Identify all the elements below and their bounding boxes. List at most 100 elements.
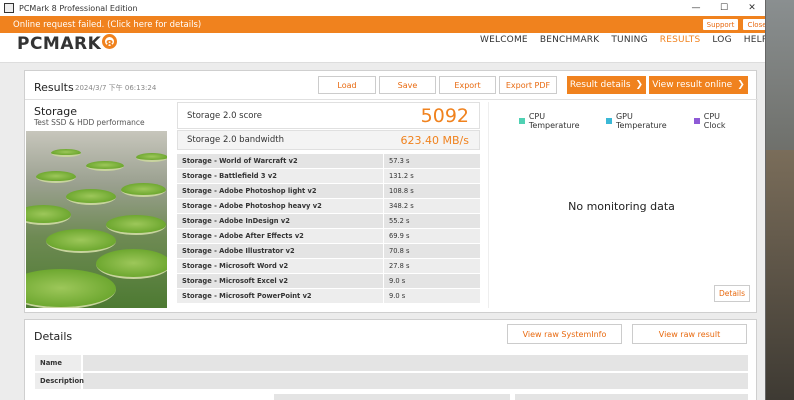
score-label: Storage 2.0 score [187, 110, 263, 121]
bandwidth-row: Storage 2.0 bandwidth 623.40 MB/s [177, 130, 480, 150]
subtest-value: 69.9 s [389, 232, 410, 240]
table-row: Storage - Battlefield 3 v2 131.2 s [177, 169, 480, 184]
results-title: Results [34, 81, 74, 94]
result-details-button[interactable]: Result details ❯ [567, 76, 646, 94]
description-label: Description [35, 373, 84, 389]
close-notice-button[interactable]: Close [743, 19, 765, 30]
results-panel: Results 2024/3/7 下午 06:13:24 Load Save E… [24, 70, 758, 314]
app-header: PCMARK 8 WELCOME BENCHMARK TUNING RESULTS… [0, 33, 765, 63]
subtest-name: Storage - Adobe After Effects v2 [177, 229, 384, 243]
table-row: Storage - Adobe InDesign v2 55.2 s [177, 214, 480, 229]
monitoring-legend: CPU Temperature GPU Temperature CPU Cloc… [519, 112, 753, 130]
table-row: Storage - Microsoft Excel v2 9.0 s [177, 274, 480, 289]
subtest-name: Storage - Adobe Illustrator v2 [177, 244, 384, 258]
legend-label: GPU Temperature [615, 112, 667, 130]
minimize-button[interactable]: — [682, 0, 710, 16]
subtest-value: 57.3 s [389, 157, 410, 165]
table-row: Storage - Adobe Photoshop light v2 108.8 … [177, 184, 480, 199]
table-row: Storage - Adobe Illustrator v2 70.8 s [177, 244, 480, 259]
benchmark-description: Test SSD & HDD performance [34, 118, 145, 127]
subtest-table: Storage - World of Warcraft v2 57.3 s Sto… [177, 154, 480, 304]
app-icon [4, 3, 14, 13]
export-pdf-button[interactable]: Export PDF [499, 76, 557, 94]
chevron-right-icon: ❯ [737, 80, 745, 90]
notice-bar[interactable]: Online request failed. (Click here for d… [0, 16, 765, 33]
monitoring-details-button[interactable]: Details [714, 285, 750, 302]
main-nav: WELCOME BENCHMARK TUNING RESULTS LOG HEL… [480, 35, 765, 45]
benchmark-name: Storage [34, 105, 78, 118]
app-window: PCMark 8 Professional Edition — ☐ ✕ Onli… [0, 0, 766, 400]
subtest-value: 108.8 s [389, 187, 414, 195]
load-button[interactable]: Load [318, 76, 376, 94]
legend-cpu-temperature[interactable]: CPU Temperature [519, 112, 596, 130]
subtest-value: 131.2 s [389, 172, 414, 180]
legend-label: CPU Temperature [528, 112, 580, 130]
subtest-value: 9.0 s [389, 292, 406, 300]
score-value: 5092 [420, 104, 469, 127]
name-row: Name [35, 355, 748, 371]
nav-help[interactable]: HELP [744, 35, 765, 45]
monitoring-section: CPU Temperature GPU Temperature CPU Cloc… [488, 102, 753, 308]
name-value [83, 355, 748, 371]
title-bar: PCMark 8 Professional Edition — ☐ ✕ [0, 0, 765, 16]
subtest-value: 70.8 s [389, 247, 410, 255]
pcmark-logo: PCMARK 8 [17, 34, 118, 54]
cpu-clock-swatch [693, 118, 700, 124]
partial-row [274, 394, 510, 400]
table-row: Storage - Microsoft PowerPoint v2 9.0 s [177, 289, 480, 304]
details-title: Details [34, 330, 73, 343]
view-raw-result-button[interactable]: View raw result [632, 324, 747, 344]
nav-welcome[interactable]: WELCOME [480, 35, 528, 45]
results-date: 2024/3/7 下午 06:13:24 [75, 84, 157, 92]
table-row: Storage - World of Warcraft v2 57.3 s [177, 154, 480, 169]
subtest-name: Storage - Adobe Photoshop heavy v2 [177, 199, 384, 213]
subtest-name: Storage - Adobe Photoshop light v2 [177, 184, 384, 198]
table-row: Storage - Adobe Photoshop heavy v2 348.2 … [177, 199, 480, 214]
window-title: PCMark 8 Professional Edition [19, 3, 138, 13]
subtest-value: 55.2 s [389, 217, 410, 225]
subtest-name: Storage - Microsoft Word v2 [177, 259, 384, 273]
logo-text: PCMARK [17, 34, 102, 54]
view-online-button[interactable]: View result online ❯ [649, 76, 748, 94]
subtest-name: Storage - Adobe InDesign v2 [177, 214, 384, 228]
results-header: Results 2024/3/7 下午 06:13:24 Load Save E… [25, 71, 758, 100]
gpu-temperature-swatch [606, 118, 612, 124]
view-raw-systeminfo-button[interactable]: View raw SystemInfo [507, 324, 622, 344]
subtest-value: 27.8 s [389, 262, 410, 270]
no-monitoring-data: No monitoring data [568, 200, 675, 213]
details-panel: Details View raw SystemInfo View raw res… [24, 319, 757, 400]
benchmark-info: Storage Test SSD & HDD performance [25, 100, 167, 314]
subtest-name: Storage - Microsoft Excel v2 [177, 274, 384, 288]
subtest-name: Storage - World of Warcraft v2 [177, 154, 384, 168]
subtest-value: 9.0 s [389, 277, 406, 285]
cpu-temperature-swatch [519, 118, 525, 124]
nav-tuning[interactable]: TUNING [611, 35, 647, 45]
chevron-right-icon: ❯ [635, 80, 644, 90]
window-controls: — ☐ ✕ [682, 0, 765, 16]
table-row: Storage - Adobe After Effects v2 69.9 s [177, 229, 480, 244]
name-label: Name [35, 355, 83, 371]
description-row: Description [35, 373, 748, 389]
notice-text[interactable]: Online request failed. (Click here for d… [13, 20, 201, 30]
support-button[interactable]: Support [703, 19, 738, 30]
legend-cpu-clock[interactable]: CPU Clock [693, 112, 743, 130]
nav-benchmark[interactable]: BENCHMARK [540, 35, 600, 45]
export-button[interactable]: Export [439, 76, 496, 94]
table-row: Storage - Microsoft Word v2 27.8 s [177, 259, 480, 274]
subtest-value: 348.2 s [389, 202, 414, 210]
description-value [83, 373, 748, 389]
legend-gpu-temperature[interactable]: GPU Temperature [606, 112, 684, 130]
save-button[interactable]: Save [379, 76, 436, 94]
legend-label: CPU Clock [703, 112, 726, 130]
view-online-label: View result online [652, 80, 733, 90]
score-row: Storage 2.0 score 5092 [177, 102, 480, 129]
logo-badge: 8 [102, 34, 118, 51]
close-window-button[interactable]: ✕ [738, 0, 765, 16]
nav-log[interactable]: LOG [712, 35, 731, 45]
benchmark-image [26, 131, 167, 308]
bandwidth-label: Storage 2.0 bandwidth [187, 135, 284, 145]
nav-results[interactable]: RESULTS [660, 35, 701, 45]
partial-row [515, 394, 748, 400]
maximize-button[interactable]: ☐ [710, 0, 738, 16]
scores-section: Storage 2.0 score 5092 Storage 2.0 bandw… [177, 102, 480, 310]
